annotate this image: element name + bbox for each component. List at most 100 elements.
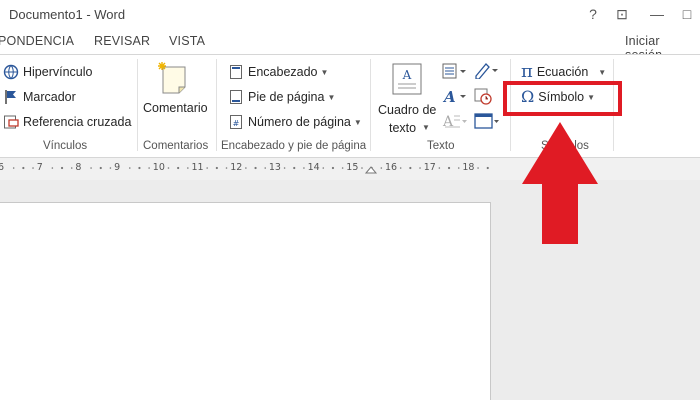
header-dropdown-arrow: ▼: [320, 67, 329, 77]
help-button[interactable]: ?: [582, 4, 604, 24]
window-title: Documento1 - Word: [9, 7, 126, 22]
tab-vista[interactable]: VISTA: [169, 34, 205, 48]
maximize-button[interactable]: □: [676, 4, 698, 24]
ruler-tick-mark: [447, 166, 451, 170]
ruler-tick-mark: [254, 166, 257, 170]
wordart-icon[interactable]: A: [442, 88, 468, 109]
equation-label: Ecuación: [536, 65, 589, 79]
tab-correspondencia[interactable]: PONDENCIA: [0, 34, 74, 48]
ribbon-tabs: PONDENCIA REVISAR VISTA Iniciar sesión: [0, 30, 700, 62]
ruler-number: 17: [423, 162, 436, 173]
comment-note-icon: [157, 61, 189, 95]
ruler-tick-mark: [264, 167, 267, 169]
document-page[interactable]: [0, 202, 491, 400]
ruler-number: 15: [346, 162, 359, 173]
ruler-tick-mark: [60, 166, 64, 170]
ruler-tick-mark: [12, 167, 15, 169]
ruler-tick-mark: [380, 167, 383, 169]
hyperlink-icon: [3, 64, 19, 80]
cross-reference-label: Referencia cruzada: [23, 115, 132, 129]
ruler-number: 6: [0, 162, 5, 173]
hyperlink-button[interactable]: Hipervínculo: [3, 62, 92, 82]
ruler-tick-mark: [419, 167, 421, 169]
cross-reference-button[interactable]: Referencia cruzada: [3, 112, 131, 132]
ruler-tick-mark: [457, 167, 460, 169]
ruler-ticks: [12, 166, 489, 174]
header-label: Encabezado: [248, 65, 318, 79]
comment-label: Comentario: [143, 101, 208, 115]
ruler-tick-mark: [409, 166, 412, 170]
svg-text:#: #: [233, 119, 240, 128]
ribbon-display-options-button[interactable]: ⊡: [611, 4, 633, 24]
ruler-number: 13: [268, 162, 281, 173]
text-box-icon: A: [392, 63, 422, 95]
new-comment-button[interactable]: Comentario: [141, 59, 213, 137]
ruler-tick-mark: [187, 167, 189, 169]
group-label-encabezado: Encabezado y pie de página: [221, 140, 367, 152]
signature-line-icon[interactable]: [474, 61, 500, 84]
ruler-tick-mark: [51, 167, 54, 169]
ruler-tick-mark: [438, 167, 441, 169]
ruler-tick-mark: [303, 167, 305, 169]
group-label-texto: Texto: [427, 140, 455, 152]
ruler-number: 7: [36, 162, 43, 173]
symbol-highlight-box: [503, 81, 622, 116]
page-number-label: Número de página: [248, 115, 351, 129]
hyperlink-label: Hipervínculo: [23, 65, 93, 79]
ruler-tick-mark: [167, 167, 170, 169]
ruler-tick-mark: [341, 167, 344, 169]
tab-revisar[interactable]: REVISAR: [94, 34, 150, 48]
ruler-tick-mark: [148, 167, 150, 169]
pi-icon: π: [521, 61, 533, 82]
ruler-tick-mark: [22, 166, 25, 170]
ruler-tick-mark: [109, 167, 112, 169]
text-box-label-line2: texto: [389, 121, 417, 135]
equation-button[interactable]: π Ecuación ▼: [521, 62, 606, 82]
bookmark-button[interactable]: Marcador: [3, 87, 76, 107]
bookmark-label: Marcador: [23, 90, 76, 104]
ruler-tick-mark: [70, 167, 73, 169]
cross-reference-icon: [3, 114, 19, 130]
group-label-comentarios: Comentarios: [143, 140, 209, 152]
minimize-button[interactable]: —: [646, 4, 668, 24]
date-time-icon[interactable]: [474, 87, 492, 110]
indent-marker-icon: [364, 166, 378, 174]
group-divider: [370, 59, 371, 151]
ruler-tick-mark: [322, 167, 325, 169]
group-divider: [216, 59, 217, 151]
footer-button[interactable]: Pie de página ▼: [228, 87, 335, 107]
text-box-button[interactable]: A Cuadro de texto ▼: [376, 59, 438, 139]
ruler-tick-mark: [138, 166, 141, 170]
red-arrow-up-icon: [522, 122, 598, 244]
drop-cap-icon[interactable]: A: [442, 112, 468, 135]
group-divider: [137, 59, 138, 151]
ruler-tick-mark: [399, 167, 402, 169]
ruler-number: 16: [385, 162, 398, 173]
object-icon[interactable]: [474, 112, 500, 135]
ruler-tick-mark: [245, 167, 247, 169]
ruler-tick-mark: [486, 166, 489, 170]
ruler-tick-mark: [32, 167, 34, 169]
ruler-tick-mark: [206, 167, 208, 169]
ruler-tick-mark: [293, 166, 296, 170]
svg-text:A: A: [402, 68, 412, 82]
page-number-icon: #: [228, 114, 244, 130]
ruler-number: 10: [152, 162, 165, 173]
ruler-tick-mark: [215, 166, 218, 170]
horizontal-ruler[interactable]: 6 7 8 9 10 11 12 13 14 15 16 17 18: [0, 159, 492, 179]
svg-text:A: A: [442, 114, 454, 130]
ruler-tick-mark: [361, 167, 363, 169]
ruler-number: 18: [462, 162, 475, 173]
footer-label: Pie de página: [248, 90, 325, 104]
page-number-button[interactable]: # Número de página ▼: [228, 112, 362, 132]
ruler-tick-mark: [177, 166, 180, 170]
header-button[interactable]: Encabezado ▼: [228, 62, 328, 82]
ruler-number: 8: [75, 162, 82, 173]
ruler-tick-mark: [99, 166, 102, 170]
ruler-number: 11: [191, 162, 204, 173]
text-box-label-line1: Cuadro de: [378, 103, 437, 117]
footer-page-icon: [228, 89, 244, 105]
bookmark-flag-icon: [3, 89, 19, 105]
ruler-number: 9: [114, 162, 121, 173]
quick-parts-icon[interactable]: [442, 63, 468, 84]
